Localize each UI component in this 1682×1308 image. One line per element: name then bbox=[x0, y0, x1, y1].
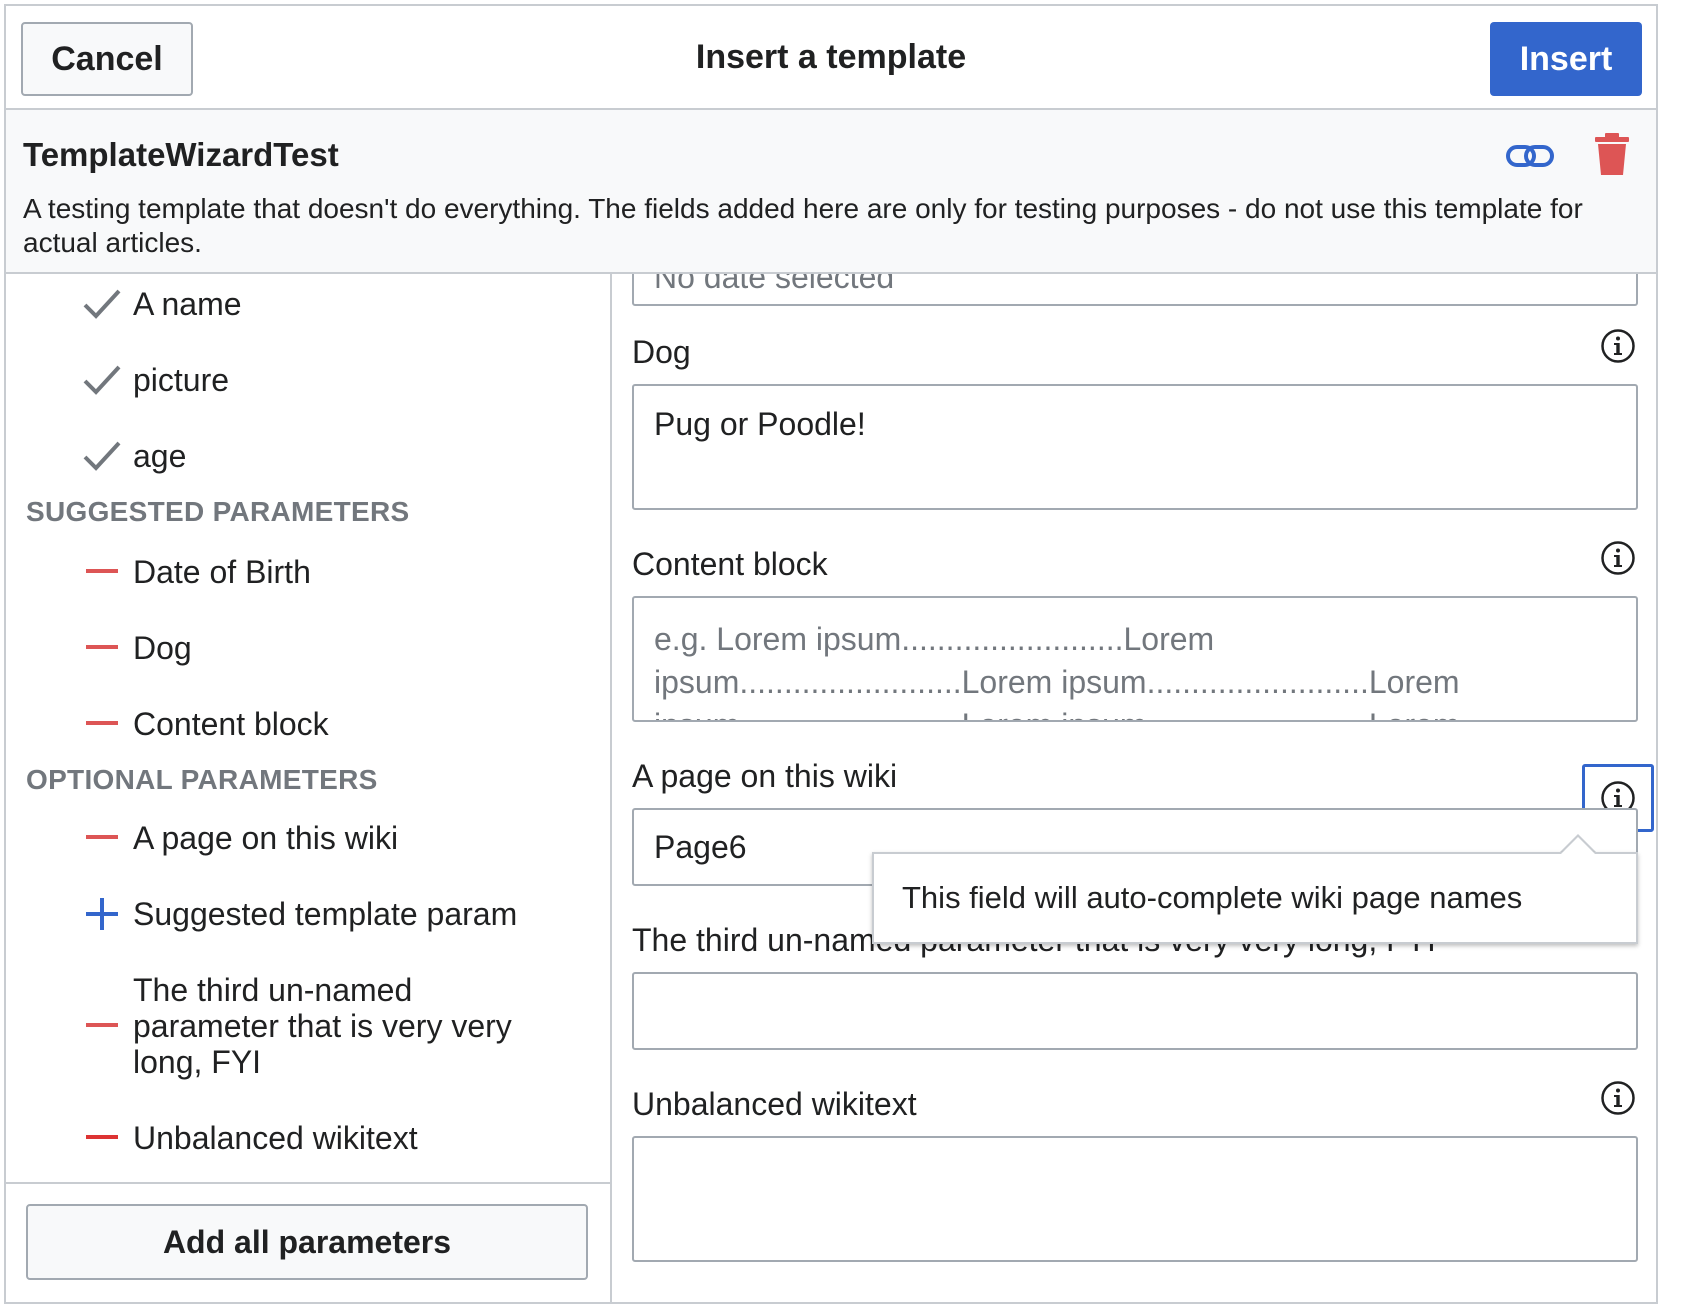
info-tooltip: This field will auto-complete wiki page … bbox=[872, 852, 1638, 944]
add-all-parameters-button[interactable]: Add all parameters bbox=[26, 1204, 588, 1280]
sidebar-item-a-name[interactable]: A name bbox=[6, 282, 610, 326]
minus-icon bbox=[80, 1004, 124, 1048]
sidebar-item-page-on-wiki[interactable]: A page on this wiki bbox=[6, 816, 610, 860]
info-icon[interactable] bbox=[1598, 1078, 1638, 1118]
sidebar-item-picture[interactable]: picture bbox=[6, 358, 610, 402]
sidebar-item-third-unnamed[interactable]: The third un-named parameter that is ver… bbox=[6, 968, 610, 1084]
third-unnamed-input[interactable] bbox=[632, 972, 1638, 1050]
template-header: TemplateWizardTest A testing template th… bbox=[6, 110, 1656, 274]
sidebar-item-label: Unbalanced wikitext bbox=[133, 1120, 418, 1156]
dog-label: Dog bbox=[632, 334, 691, 370]
sidebar-item-label: The third un-named parameter that is ver… bbox=[133, 972, 512, 1080]
sidebar-item-label: Date of Birth bbox=[133, 554, 311, 590]
template-name: TemplateWizardTest bbox=[23, 136, 339, 173]
check-icon bbox=[80, 434, 124, 478]
info-icon[interactable] bbox=[1598, 538, 1638, 578]
sidebar-item-age[interactable]: age bbox=[6, 434, 610, 478]
unbalanced-wikitext-label: Unbalanced wikitext bbox=[632, 1086, 917, 1122]
sidebar-item-label: picture bbox=[133, 362, 230, 398]
insert-button[interactable]: Insert bbox=[1490, 22, 1642, 96]
sidebar-item-label: age bbox=[133, 438, 187, 474]
sidebar-item-label: Content block bbox=[133, 706, 329, 742]
dog-input[interactable]: Pug or Poodle! bbox=[632, 384, 1638, 510]
minus-icon bbox=[80, 702, 124, 746]
content-block-textarea[interactable]: e.g. Lorem ipsum........................… bbox=[632, 596, 1638, 722]
info-icon[interactable] bbox=[1598, 326, 1638, 366]
insert-template-dialog: Cancel Insert a template Insert Template… bbox=[4, 4, 1658, 1304]
sidebar-item-date-of-birth[interactable]: Date of Birth bbox=[6, 550, 610, 594]
sidebar-item-unbalanced-wikitext[interactable]: Unbalanced wikitext bbox=[6, 1116, 610, 1160]
content-block-label: Content block bbox=[632, 546, 828, 582]
minus-icon bbox=[80, 1116, 124, 1160]
template-description: A testing template that doesn't do every… bbox=[23, 193, 1583, 258]
link-icon[interactable] bbox=[1502, 134, 1558, 178]
sidebar-footer: Add all parameters bbox=[6, 1182, 610, 1302]
sidebar-item-label: Suggested template param bbox=[133, 896, 518, 932]
sidebar-item-suggested-template-param[interactable]: Suggested template param bbox=[6, 892, 610, 936]
minus-icon bbox=[80, 816, 124, 860]
parameter-list: A name picture age SUGGESTED PARAMETERS bbox=[6, 274, 610, 1194]
dialog-title: Insert a template bbox=[695, 38, 967, 76]
dialog-header: Cancel Insert a template Insert bbox=[6, 6, 1656, 110]
sidebar-item-content-block[interactable]: Content block bbox=[6, 702, 610, 746]
parameter-fields: No date selected Dog Pug or Poodle! Cont… bbox=[612, 274, 1656, 1302]
placeholder-line: ipsum.........................Lorem ipsu… bbox=[654, 704, 1636, 720]
plus-icon bbox=[80, 892, 124, 936]
page-on-wiki-label: A page on this wiki bbox=[632, 758, 898, 794]
minus-icon bbox=[80, 626, 124, 670]
popup-anchor-fill bbox=[1560, 837, 1596, 855]
sidebar-item-dog[interactable]: Dog bbox=[6, 626, 610, 670]
suggested-parameters-heading: SUGGESTED PARAMETERS bbox=[26, 496, 410, 527]
unbalanced-wikitext-textarea[interactable] bbox=[632, 1136, 1638, 1262]
placeholder-line: e.g. Lorem ipsum........................… bbox=[654, 621, 1215, 657]
trash-icon[interactable] bbox=[1590, 128, 1634, 180]
parameter-sidebar: A name picture age SUGGESTED PARAMETERS bbox=[6, 274, 612, 1302]
sidebar-item-label: Dog bbox=[133, 630, 192, 666]
sidebar-item-label: A page on this wiki bbox=[133, 820, 399, 856]
check-icon bbox=[80, 282, 124, 326]
date-of-birth-input[interactable]: No date selected bbox=[632, 274, 1638, 306]
minus-icon bbox=[80, 550, 124, 594]
optional-parameters-heading: OPTIONAL PARAMETERS bbox=[26, 764, 378, 795]
check-icon bbox=[80, 358, 124, 402]
sidebar-item-label: A name bbox=[133, 286, 242, 322]
placeholder-line: ipsum.........................Lorem ipsu… bbox=[654, 664, 1460, 700]
